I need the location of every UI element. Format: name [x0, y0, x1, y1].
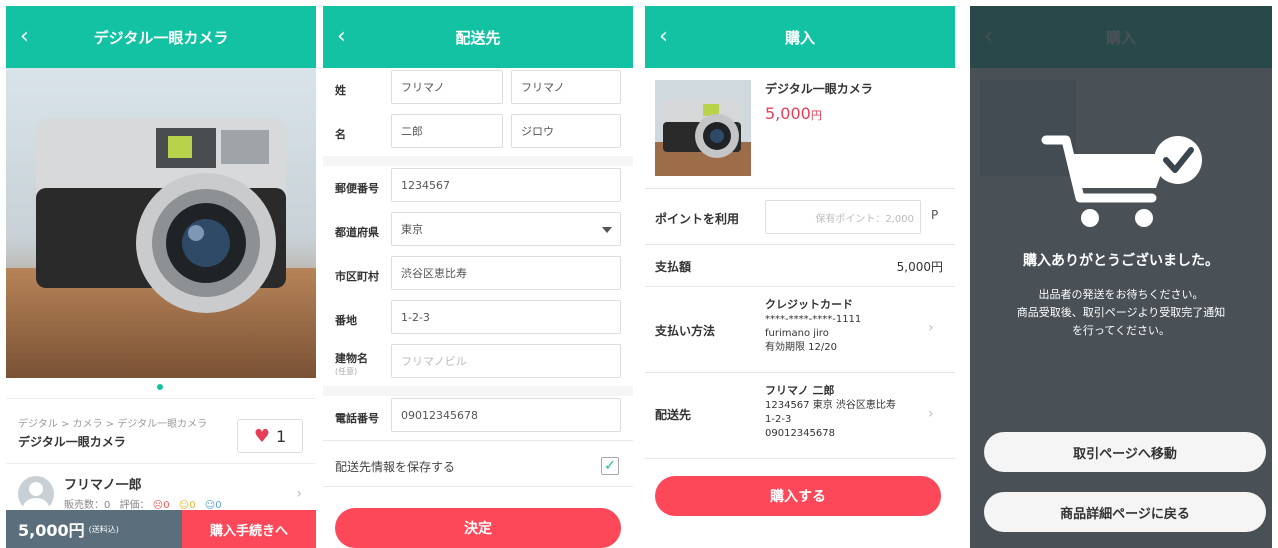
ship-address: 1234567 東京 渋谷区恵比寿	[765, 400, 896, 411]
last-name-label: 姓	[335, 84, 346, 97]
card-type: クレジットカード	[765, 298, 853, 311]
purchase-button[interactable]: 購入する	[655, 476, 941, 516]
prefecture-value: 東京	[401, 223, 423, 236]
city-label: 市区町村	[335, 270, 379, 283]
divider	[323, 486, 633, 487]
thank-you-message: 購入ありがとうございました。	[1023, 253, 1219, 269]
chevron-right-icon: ›	[928, 320, 934, 336]
product-photo	[6, 68, 316, 378]
save-address-checkbox[interactable]: ✓	[601, 457, 619, 475]
product-price: 5,000円	[765, 104, 822, 123]
checkmark-icon: ✓	[604, 458, 616, 474]
seller-stats: 販売数：0 評価： ☹0 ☺0 ☺0	[64, 496, 222, 511]
street-address-label: 番地	[335, 314, 357, 327]
section-divider	[323, 386, 633, 396]
section-divider	[323, 156, 633, 166]
last-name-field[interactable]: フリマノ	[391, 70, 503, 104]
purchase-screen: ‹ 購入 デジタル一眼カメラ 5,000円 ポイントを利用 保有ポイント：2,0…	[645, 6, 955, 548]
shipping-address-screen: ‹ 配送先 姓 フリマノ フリマノ 名 二郎 ジロウ 郵便番号 1234567 …	[323, 6, 633, 548]
points-label: ポイントを利用	[655, 212, 740, 226]
heart-icon: ♥	[253, 425, 270, 447]
card-holder: furimano jiro	[765, 328, 829, 339]
page-title: 購入	[784, 28, 815, 47]
purchase-bar: 5,000円 (送料込) 購入手続きへ	[6, 510, 316, 548]
seller-row[interactable]: フリマノ一郎 販売数：0 評価： ☹0 ☺0 ☺0 ›	[6, 466, 316, 512]
cart-check-icon	[1041, 135, 1202, 227]
ship-name: フリマノ 二郎	[765, 384, 835, 397]
phone-field[interactable]: 09012345678	[391, 398, 621, 432]
header-bar: ‹ デジタル一眼カメラ	[6, 6, 316, 68]
price: 5,000円	[18, 521, 85, 540]
confirm-button[interactable]: 決定	[335, 508, 621, 548]
purchase-procedure-button[interactable]: 購入手続きへ	[182, 510, 316, 548]
avatar	[18, 476, 54, 512]
optional-note: (任意)	[335, 367, 358, 376]
street-address-field[interactable]: 1-2-3	[391, 300, 621, 334]
go-to-transaction-button[interactable]: 取引ページへ移動	[984, 432, 1266, 472]
building-field[interactable]: フリマノビル	[391, 344, 621, 378]
chevron-right-icon: ›	[928, 406, 934, 422]
instruction-line: 出品者の発送をお待ちください。	[1038, 288, 1204, 301]
ship-phone: 09012345678	[765, 428, 835, 439]
points-unit: P	[931, 208, 939, 222]
product-thumbnail	[655, 80, 751, 176]
total-value: 5,000円	[896, 260, 943, 274]
shipping-label: 配送先	[655, 408, 692, 422]
card-expiry: 有効期限 12/20	[765, 342, 837, 353]
first-name-label: 名	[335, 128, 346, 141]
postal-code-field[interactable]: 1234567	[391, 168, 621, 202]
instruction-line: を行ってください。	[1071, 324, 1171, 337]
price-number: 5,000	[765, 104, 811, 123]
dropdown-caret-icon	[602, 227, 612, 233]
save-address-label: 配送先情報を保存する	[335, 460, 456, 474]
instruction-line: 商品受取後、取引ページより受取完了通知	[1016, 306, 1226, 319]
building-label: 建物名	[335, 352, 368, 365]
price-unit: 円	[810, 109, 822, 122]
product-detail-screen: ‹ デジタル一眼カメラ デジタル > カメラ > デジタル一眼カメラ デジタル一…	[6, 6, 316, 548]
divider	[645, 458, 955, 459]
divider	[645, 372, 955, 373]
divider	[323, 440, 633, 441]
product-name: デジタル一眼カメラ	[765, 82, 873, 96]
header-bar: ‹ 配送先	[323, 6, 633, 68]
breadcrumb[interactable]: デジタル > カメラ > デジタル一眼カメラ	[18, 415, 207, 430]
payment-method-label: 支払い方法	[655, 324, 716, 338]
divider	[645, 188, 955, 189]
like-button[interactable]: ♥ 1	[237, 419, 303, 453]
purchase-complete-screen: ‹ 購入 購入ありがとうございました。 出品者の発送をお待ちください。 商品受取…	[970, 6, 1272, 548]
first-name-field[interactable]: 二郎	[391, 114, 503, 148]
prefecture-label: 都道府県	[335, 226, 379, 239]
back-to-product-button[interactable]: 商品詳細ページに戻る	[984, 492, 1266, 532]
carousel-indicator[interactable]	[157, 384, 163, 390]
city-field[interactable]: 渋谷区恵比寿	[391, 256, 621, 290]
page-title: デジタル一眼カメラ	[93, 28, 229, 47]
like-count: 1	[275, 426, 287, 446]
card-number: ****-****-****-1111	[765, 314, 862, 325]
header-bar: ‹ 購入	[645, 6, 955, 68]
postal-code-label: 郵便番号	[335, 182, 379, 195]
shipping-details[interactable]: フリマノ 二郎 1234567 東京 渋谷区恵比寿 1-2-3 09012345…	[765, 384, 896, 441]
product-name: デジタル一眼カメラ	[18, 435, 126, 449]
shipping-note: (送料込)	[88, 524, 119, 534]
phone-label: 電話番号	[335, 412, 379, 425]
page-title: 配送先	[455, 28, 501, 47]
last-name-kana-field[interactable]: フリマノ	[511, 70, 621, 104]
instruction-message: 出品者の発送をお待ちください。 商品受取後、取引ページより受取完了通知 を行って…	[970, 286, 1272, 340]
divider	[645, 286, 955, 287]
first-name-kana-field[interactable]: ジロウ	[511, 114, 621, 148]
payment-method-details[interactable]: クレジットカード ****-****-****-1111 furimano ji…	[765, 298, 861, 355]
points-input[interactable]: 保有ポイント：2,000	[765, 200, 921, 234]
price-display: 5,000円 (送料込)	[6, 510, 182, 548]
product-info: デジタル > カメラ > デジタル一眼カメラ デジタル一眼カメラ ♥ 1	[6, 398, 316, 464]
back-arrow-icon[interactable]: ‹	[20, 24, 42, 50]
back-arrow-icon[interactable]: ‹	[659, 24, 681, 50]
chevron-right-icon: ›	[296, 486, 302, 502]
prefecture-select[interactable]: 東京	[391, 212, 621, 246]
ship-street: 1-2-3	[765, 414, 792, 425]
divider	[645, 244, 955, 245]
total-label: 支払額	[655, 260, 692, 274]
back-arrow-icon[interactable]: ‹	[337, 24, 359, 50]
seller-name: フリマノ一郎	[64, 478, 142, 493]
